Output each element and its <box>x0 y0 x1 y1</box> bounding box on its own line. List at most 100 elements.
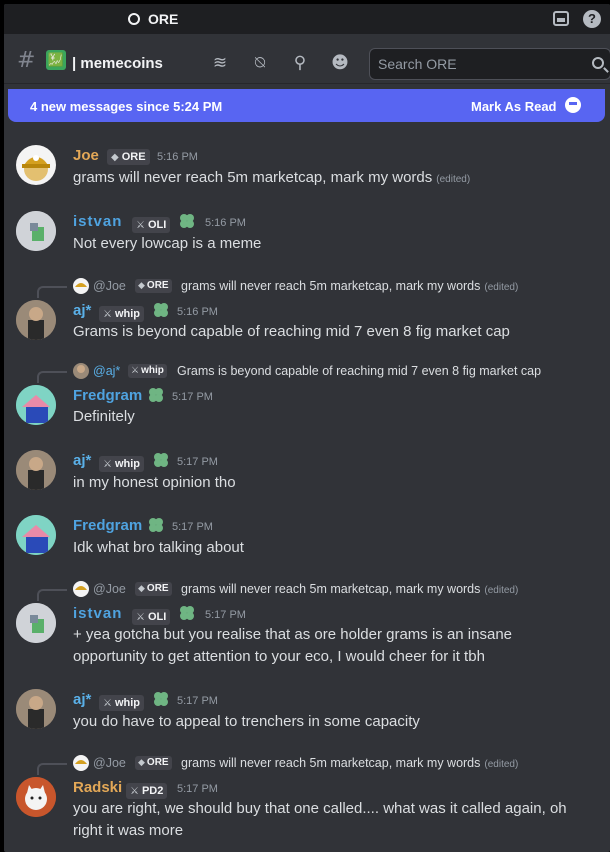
reply-avatar <box>73 363 89 379</box>
discord-window: ORE ? # 💹 | memecoins ≋ ⍉ ⚲ ☻ 4 new mess… <box>4 4 610 852</box>
mark-as-read-button[interactable]: Mark As Read <box>471 99 557 114</box>
role-tag-label: PD2 <box>141 785 164 797</box>
role-tag-label: whip <box>114 458 141 470</box>
reply-text: grams will never reach 5m marketcap, mar… <box>181 756 518 770</box>
timestamp: 5:17 PM <box>177 783 218 795</box>
role-tag[interactable]: ⚔ whip <box>99 306 145 322</box>
reply-role-tag-label: ORE <box>146 757 169 768</box>
gem-icon: ◆ <box>111 152 119 163</box>
reply-username[interactable]: @Joe <box>93 756 126 770</box>
reply-preview[interactable]: @Joe ◆ ORE grams will never reach 5m mark… <box>4 278 610 298</box>
message-text: + yea gotcha but you realise that as ore… <box>73 626 513 643</box>
message-text: Definitely <box>73 408 135 425</box>
timestamp: 5:16 PM <box>177 306 218 318</box>
edited-label: (edited) <box>484 585 519 596</box>
role-tag[interactable]: ⚔ OLI <box>132 217 171 233</box>
channel-header: # 💹 | memecoins ≋ ⍉ ⚲ ☻ <box>4 34 610 84</box>
message-text: Idk what bro talking about <box>73 539 244 556</box>
clover-icon <box>154 692 168 706</box>
sword-icon: ⚔ <box>130 786 139 797</box>
role-tag[interactable]: ⚔ whip <box>99 456 145 472</box>
edited-label: (edited) <box>436 174 471 185</box>
avatar[interactable] <box>16 515 56 555</box>
role-tag-label: OLI <box>147 219 167 231</box>
message-text-line-2: opportunity to get attention to your eco… <box>73 648 485 665</box>
role-tag[interactable]: ⚔ OLI <box>132 609 171 625</box>
sword-icon: ⚔ <box>136 220 145 231</box>
username[interactable]: Fredgram <box>73 387 142 404</box>
avatar[interactable] <box>16 450 56 490</box>
message-text: in my honest opinion tho <box>73 474 236 491</box>
username[interactable]: Radski <box>73 779 122 796</box>
role-tag-label: ORE <box>121 151 146 163</box>
avatar[interactable] <box>16 603 56 643</box>
avatar[interactable] <box>16 300 56 340</box>
channel-hash-icon: # <box>17 48 36 73</box>
reply-role-tag-label: whip <box>141 365 164 376</box>
username[interactable]: aj* <box>73 691 91 708</box>
member-list-icon[interactable]: ☻ <box>330 53 350 73</box>
message-text: grams will never reach 5m marketcap, mar… <box>73 167 470 191</box>
username[interactable]: Joe <box>73 147 99 164</box>
reply-username[interactable]: @aj* <box>93 364 120 378</box>
role-tag-label: OLI <box>147 611 167 623</box>
username[interactable]: Fredgram <box>73 517 142 534</box>
avatar[interactable] <box>16 777 56 817</box>
reply-preview[interactable]: @Joe ◆ ORE grams will never reach 5m mark… <box>4 581 610 601</box>
message-text-line-2: right it was more <box>73 822 184 839</box>
username[interactable]: aj* <box>73 302 91 319</box>
search-box[interactable] <box>369 48 610 80</box>
timestamp: 5:16 PM <box>205 217 246 229</box>
sword-icon: ⚔ <box>136 612 145 623</box>
message-content: grams will never reach 5m marketcap, mar… <box>73 169 433 186</box>
mark-read-icon[interactable] <box>565 97 581 113</box>
threads-icon[interactable]: ≋ <box>210 53 230 73</box>
inbox-icon[interactable] <box>553 11 569 26</box>
reply-username[interactable]: @Joe <box>93 279 126 293</box>
username[interactable]: istvan <box>73 213 122 230</box>
reply-content: grams will never reach 5m marketcap, mar… <box>181 279 481 293</box>
whip-icon: ⚔ <box>103 309 112 320</box>
mute-bell-icon[interactable]: ⍉ <box>250 53 270 73</box>
message-text: you are right, we should buy that one ca… <box>73 800 567 817</box>
reply-role-tag: ⚔ whip <box>128 364 167 378</box>
reply-spine <box>37 763 67 775</box>
role-tag-label: whip <box>114 697 141 709</box>
reply-spine <box>37 371 67 383</box>
gem-icon: ◆ <box>138 584 145 594</box>
reply-role-tag: ◆ ORE <box>135 582 172 596</box>
reply-username[interactable]: @Joe <box>93 582 126 596</box>
clover-icon <box>149 518 163 532</box>
avatar[interactable] <box>16 689 56 729</box>
pin-icon[interactable]: ⚲ <box>290 53 310 73</box>
server-icon <box>128 13 140 25</box>
search-input[interactable] <box>378 49 578 79</box>
whip-icon: ⚔ <box>103 698 112 709</box>
gem-icon: ◆ <box>138 281 145 291</box>
reply-preview[interactable]: @Joe ◆ ORE grams will never reach 5m mark… <box>4 755 610 775</box>
username[interactable]: istvan <box>73 605 122 622</box>
help-icon[interactable]: ? <box>583 10 601 28</box>
avatar[interactable] <box>16 385 56 425</box>
new-messages-banner[interactable]: 4 new messages since 5:24 PM Mark As Rea… <box>8 89 605 122</box>
username[interactable]: aj* <box>73 452 91 469</box>
reply-avatar <box>73 581 89 597</box>
reply-content: grams will never reach 5m marketcap, mar… <box>181 582 481 596</box>
title-bar: ORE ? <box>4 4 610 34</box>
new-messages-text[interactable]: 4 new messages since 5:24 PM <box>30 99 222 114</box>
role-tag[interactable]: ⚔ PD2 <box>126 783 168 799</box>
timestamp: 5:17 PM <box>177 456 218 468</box>
role-tag[interactable]: ⚔ whip <box>99 695 145 711</box>
reply-spine <box>37 589 67 601</box>
search-icon[interactable] <box>592 57 604 69</box>
clover-icon <box>154 303 168 317</box>
reply-text: grams will never reach 5m marketcap, mar… <box>181 279 518 293</box>
reply-role-tag: ◆ ORE <box>135 279 172 293</box>
whip-icon: ⚔ <box>131 366 140 376</box>
reply-content: grams will never reach 5m marketcap, mar… <box>181 756 481 770</box>
avatar[interactable] <box>16 145 56 185</box>
role-tag[interactable]: ◆ ORE <box>107 149 150 165</box>
reply-preview[interactable]: @aj* ⚔ whip Grams is beyond capable of re… <box>4 363 610 383</box>
clover-icon <box>149 388 163 402</box>
avatar[interactable] <box>16 211 56 251</box>
